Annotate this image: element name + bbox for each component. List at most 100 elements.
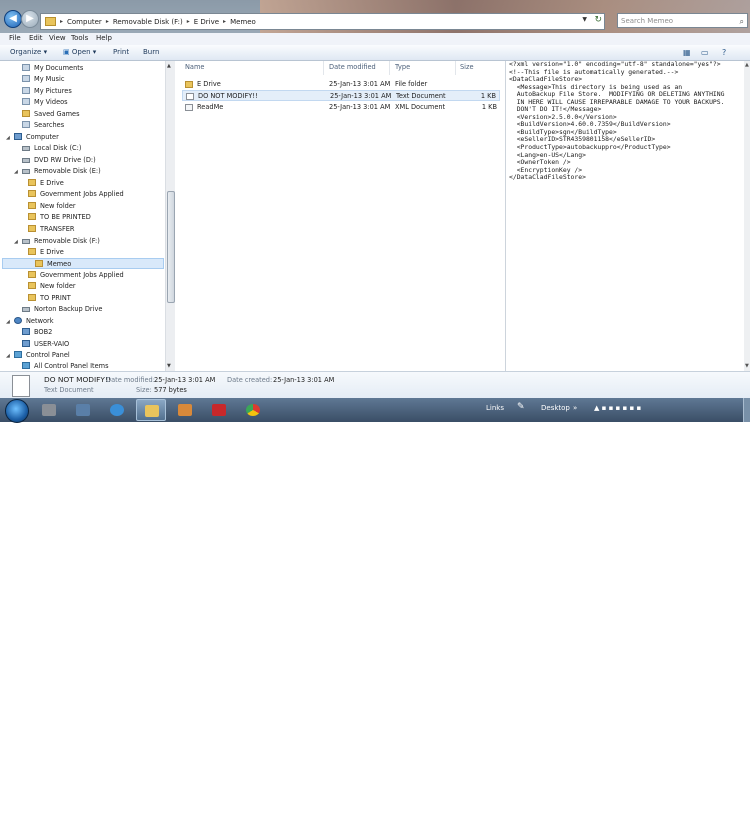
sidebar-item-my-music[interactable]: My Music	[22, 74, 64, 85]
menu-edit[interactable]: Edit	[29, 34, 43, 42]
folder-icon	[28, 179, 36, 186]
sidebar-item-to-print[interactable]: TO PRINT	[28, 293, 71, 304]
menu-view[interactable]: View	[49, 34, 66, 42]
start-button[interactable]	[5, 399, 29, 423]
table-row[interactable]: ReadMe 25-Jan-13 3:01 AM XML Document 1 …	[182, 102, 500, 113]
sidebar-item-norton-backup[interactable]: Norton Backup Drive	[22, 304, 102, 315]
chevron-down-icon[interactable]: ▼	[582, 16, 587, 23]
sidebar-item-e-drive[interactable]: E Drive	[28, 178, 64, 189]
sidebar-item-my-pictures[interactable]: My Pictures	[22, 86, 72, 97]
sidebar-item-searches[interactable]: Searches	[22, 120, 64, 131]
saved-games-icon	[22, 110, 30, 117]
burn-button[interactable]: Burn	[143, 48, 159, 56]
column-header-date[interactable]: Date modified	[329, 63, 376, 71]
pen-icon[interactable]: ✎	[517, 402, 525, 412]
menu-file[interactable]: File	[9, 34, 21, 42]
links-toolbar[interactable]: Links	[486, 404, 504, 412]
sidebar-item-my-videos[interactable]: My Videos	[22, 97, 68, 108]
file-size: 1 KB	[480, 92, 496, 100]
table-row[interactable]: DO NOT MODIFY!! 25-Jan-13 3:01 AM Text D…	[182, 90, 500, 101]
desktop-toolbar[interactable]: Desktop	[541, 404, 570, 412]
sidebar-item-transfer[interactable]: TRANSFER	[28, 224, 75, 235]
taskbar-media-player[interactable]	[170, 399, 200, 421]
forward-button[interactable]: ▶	[21, 10, 39, 28]
sidebar-item-government-jobs-f[interactable]: Government Jobs Applied	[28, 270, 124, 281]
sidebar-item-e-drive-f[interactable]: E Drive	[28, 247, 64, 258]
chevron-right-icon: ▸	[223, 18, 227, 25]
taskbar-app-button[interactable]	[68, 399, 98, 421]
breadcrumb-e-drive[interactable]: E Drive	[194, 18, 223, 26]
file-type: Text Document	[396, 92, 446, 100]
removable-drive-icon	[22, 239, 30, 244]
folder-icon	[35, 260, 43, 267]
show-desktop-button[interactable]	[743, 398, 750, 422]
sidebar-item-user-vaio[interactable]: USER-VAIO	[22, 339, 69, 350]
taskbar-internet-explorer[interactable]	[102, 399, 132, 421]
breadcrumb-computer[interactable]: Computer	[67, 18, 106, 26]
expand-arrow-icon[interactable]: ◢	[6, 319, 10, 325]
sidebar-item-to-be-printed[interactable]: TO BE PRINTED	[28, 212, 91, 223]
expand-arrow-icon[interactable]: ◢	[14, 169, 18, 175]
column-divider[interactable]	[455, 61, 456, 75]
sidebar-item-new-folder-f[interactable]: New folder	[28, 281, 76, 292]
organize-button[interactable]: Organize ▾	[10, 48, 47, 56]
table-row[interactable]: E Drive 25-Jan-13 3:01 AM File folder	[182, 79, 500, 90]
sidebar-item-memeo[interactable]: Memeo	[2, 258, 164, 269]
search-input[interactable]: Search Memeo ⌕	[617, 13, 748, 28]
tray-chevron-icon[interactable]: »	[573, 404, 577, 412]
library-icon	[22, 75, 30, 82]
sidebar-item-all-control-panel[interactable]: All Control Panel Items	[22, 361, 109, 371]
taskbar-app-button[interactable]	[204, 399, 234, 421]
column-divider[interactable]	[389, 61, 390, 75]
sidebar-item-dvd-drive[interactable]: DVD RW Drive (D:)	[22, 155, 96, 166]
column-divider[interactable]	[323, 61, 324, 75]
sidebar-item-local-disk-c[interactable]: Local Disk (C:)	[22, 143, 81, 154]
sidebar-item-computer[interactable]: Computer	[14, 132, 59, 143]
sidebar-item-control-panel[interactable]: Control Panel	[14, 350, 70, 361]
address-bar[interactable]: ▸ Computer ▸ Removable Disk (F:) ▸ E Dri…	[40, 13, 605, 30]
search-icon[interactable]: ⌕	[740, 14, 744, 29]
scroll-down-icon[interactable]: ▼	[167, 363, 171, 369]
navigation-scrollbar[interactable]: ▲ ▼	[165, 61, 175, 371]
taskbar-app-button[interactable]	[34, 399, 64, 421]
column-header-size[interactable]: Size	[460, 63, 474, 71]
breadcrumb-removable-disk[interactable]: Removable Disk (F:)	[113, 18, 187, 26]
sidebar-item-removable-disk-e[interactable]: Removable Disk (E:)	[22, 166, 101, 177]
expand-arrow-icon[interactable]: ◢	[6, 135, 10, 141]
preview-pane-icon[interactable]: ▭	[701, 48, 709, 57]
menu-help[interactable]: Help	[96, 34, 112, 42]
file-type: File folder	[395, 80, 428, 88]
scroll-up-icon[interactable]: ▲	[745, 62, 749, 68]
file-list: Name Date modified Type Size E Drive 25-…	[175, 61, 505, 371]
sidebar-item-bob2[interactable]: BOB2	[22, 327, 52, 338]
tray-icons[interactable]: ▲ ▪ ▪ ▪ ▪ ▪ ▪	[594, 404, 641, 412]
scrollbar-thumb[interactable]	[167, 191, 175, 303]
text-document-icon	[12, 375, 30, 397]
sidebar-item-government-jobs[interactable]: Government Jobs Applied	[28, 189, 124, 200]
column-header-name[interactable]: Name	[185, 63, 204, 71]
sidebar-item-my-documents[interactable]: My Documents	[22, 63, 83, 74]
computer-icon	[14, 133, 22, 140]
back-button[interactable]: ◀	[4, 10, 22, 28]
expand-arrow-icon[interactable]: ◢	[14, 239, 18, 245]
system-clock[interactable]: 9:32 PM 29-Apr-13	[703, 800, 735, 816]
taskbar-chrome[interactable]	[238, 399, 268, 421]
preview-scrollbar[interactable]: ▲ ▼	[744, 61, 750, 371]
expand-arrow-icon[interactable]: ◢	[6, 353, 10, 359]
scroll-up-icon[interactable]: ▲	[167, 63, 171, 69]
sidebar-item-removable-disk-f[interactable]: Removable Disk (F:)	[22, 236, 100, 247]
sidebar-item-new-folder[interactable]: New folder	[28, 201, 76, 212]
sidebar-item-saved-games[interactable]: Saved Games	[22, 109, 80, 120]
open-button[interactable]: ▣ Open ▾	[63, 48, 96, 56]
view-options-icon[interactable]: ▦	[683, 48, 691, 57]
print-button[interactable]: Print	[113, 48, 129, 56]
column-header-type[interactable]: Type	[395, 63, 410, 71]
scroll-down-icon[interactable]: ▼	[745, 363, 749, 369]
command-bar: Organize ▾ ▣ Open ▾ Print Burn ▦ ▭ ?	[0, 45, 750, 61]
help-icon[interactable]: ?	[722, 48, 726, 57]
sidebar-item-network[interactable]: Network	[14, 316, 54, 327]
menu-tools[interactable]: Tools	[71, 34, 88, 42]
taskbar-windows-explorer[interactable]	[136, 399, 166, 421]
breadcrumb-memeo[interactable]: Memeo	[230, 18, 260, 26]
refresh-icon[interactable]: ↻	[594, 15, 602, 25]
